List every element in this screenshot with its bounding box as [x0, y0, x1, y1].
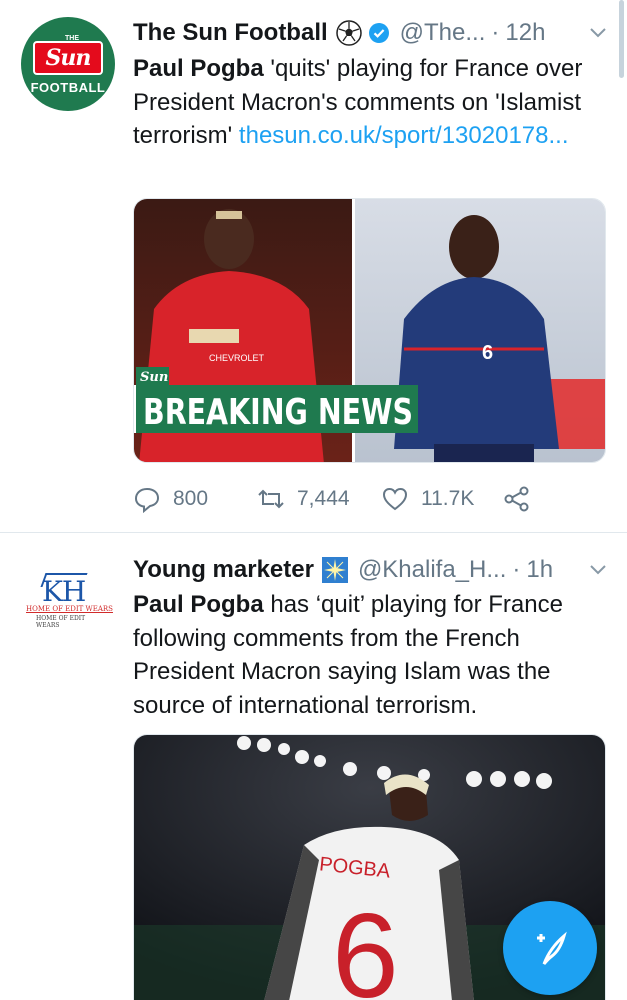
tweet-header: Young marketer @Khalifa_H... · 1h — [133, 554, 609, 586]
tweet-time[interactable]: 1h — [526, 556, 553, 584]
logo-the: THE — [65, 35, 79, 42]
logo-subtitle: FOOTBALL — [30, 80, 106, 95]
tweet-text-bold: Paul Pogba — [133, 55, 264, 82]
shirt-number: 6 — [332, 889, 399, 1000]
tweet-actions: 800 7,444 11.7K — [133, 481, 553, 517]
avatar[interactable]: Sun THE FOOTBALL — [21, 17, 115, 111]
time-separator: · — [512, 556, 521, 583]
logo-tagline: HOME OF EDIT WEARS — [26, 605, 113, 613]
jersey-number: 6 — [482, 342, 493, 364]
reply-count: 800 — [173, 487, 209, 510]
logo-tagline-small: HOME OF EDIT WEARS — [36, 615, 86, 629]
reply-icon — [134, 487, 160, 513]
tweet-link[interactable]: thesun.co.uk/sport/13020178... — [239, 122, 569, 149]
author-handle[interactable]: @The... — [400, 19, 486, 47]
sparkle-icon — [321, 557, 348, 583]
verified-badge-icon — [368, 23, 389, 43]
compose-feather-icon — [537, 931, 567, 965]
soccer-ball-icon — [335, 20, 362, 46]
sun-logo: Sun — [33, 41, 103, 75]
like-count: 11.7K — [421, 487, 475, 510]
retweet-count: 7,444 — [297, 487, 350, 510]
author-name[interactable]: Young marketer — [133, 556, 314, 584]
share-button[interactable] — [503, 481, 543, 517]
breaking-news-banner: BREAKING NEWS — [143, 392, 413, 433]
sun-badge-text: Sun — [140, 370, 168, 385]
tweet-image[interactable]: CHEVROLET 6 Sun BREAKING NEWS — [133, 198, 606, 463]
author-handle[interactable]: @Khalifa_H... — [358, 556, 506, 584]
avatar[interactable]: KH HOME OF EDIT WEARS HOME OF EDIT WEARS — [24, 573, 113, 629]
breaking-news-image: CHEVROLET 6 Sun BREAKING NEWS — [134, 199, 605, 462]
chevron-down-icon[interactable] — [587, 558, 609, 580]
sponsor-text: CHEVROLET — [209, 353, 265, 363]
logo-wordmark: Sun — [45, 45, 92, 71]
tweet-text-bold: Paul Pogba — [133, 591, 264, 618]
logo-letters: KH — [42, 575, 86, 608]
retweet-button[interactable]: 7,444 — [257, 481, 350, 517]
like-button[interactable]: 11.7K — [381, 481, 474, 517]
tweet[interactable]: Sun THE FOOTBALL The Sun Football @The..… — [0, 0, 627, 532]
chevron-down-icon[interactable] — [587, 21, 609, 43]
retweet-icon — [258, 489, 284, 509]
compose-tweet-button[interactable] — [503, 901, 597, 995]
tweet-text: Paul Pogba has ‘quit’ playing for France… — [133, 588, 609, 722]
tweet-text: Paul Pogba 'quits' playing for France ov… — [133, 52, 609, 153]
tweet-header: The Sun Football @The... · 12h — [133, 17, 609, 49]
time-separator: · — [491, 19, 500, 46]
share-icon — [504, 486, 529, 512]
reply-button[interactable]: 800 — [133, 481, 208, 517]
tweet-divider — [0, 532, 627, 533]
tweet-time[interactable]: 12h — [505, 19, 545, 47]
heart-icon — [382, 487, 408, 511]
author-name[interactable]: The Sun Football — [133, 19, 328, 47]
